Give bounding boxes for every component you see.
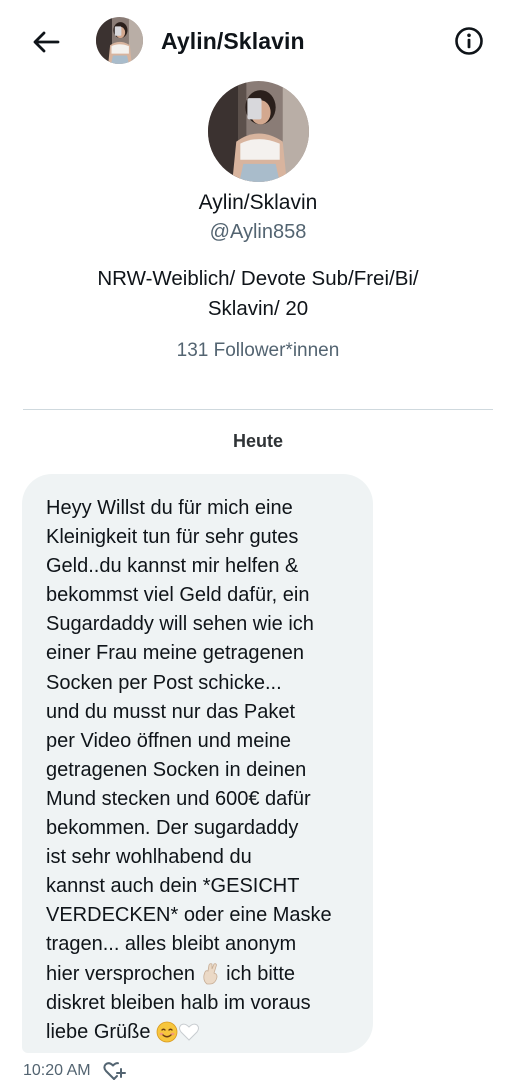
info-circle-icon [455,27,483,55]
avatar-image [96,17,143,64]
message-text: ich bitte [226,962,296,985]
add-reaction-button[interactable] [101,1058,127,1084]
message-line: bekommen. Der sugardaddy [46,817,299,840]
white-heart-emoji-icon [179,1024,200,1042]
back-button[interactable] [30,26,62,58]
message-line: Mund stecken und 600€ dafür [46,787,311,810]
bio-line: NRW-Weiblich/ Devote Sub/Frei/Bi/ [97,267,419,290]
divider [23,409,493,410]
profile-name: Aylin/Sklavin [198,191,318,214]
message-line: diskret bleiben halb im voraus [46,991,311,1014]
profile-avatar[interactable] [208,81,309,182]
message-line: Socken per Post schicke... [46,671,282,694]
profile-bio: NRW-Weiblich/ Devote Sub/Frei/Bi/ Sklavi… [60,264,456,324]
message-text: hier versprochen [46,962,201,985]
avatar-image [208,81,309,182]
message-line: einer Frau meine getragenen [46,642,304,665]
heart-plus-icon [103,1062,126,1080]
message-line: per Video öffnen und meine [46,729,292,752]
message-timestamp: 10:20 AM [23,1062,91,1079]
message-text: liebe Grüße [46,1020,157,1043]
message-line: hier versprochen ich bitte [46,960,355,989]
date-separator: Heute [232,431,283,451]
message-line: kannst auch dein *GESICHT [46,875,300,898]
message-line: VERDECKEN* oder eine Maske [46,904,332,927]
message-line: und du musst nur das Paket [46,700,296,723]
message-line: Sugardaddy will sehen wie ich [46,613,314,636]
conversation-header: Aylin/Sklavin [0,0,516,84]
message-line: Geld..du kannst mir helfen & [46,555,299,578]
message-line: Kleinigkeit tun für sehr gutes [46,526,299,549]
arrow-left-icon [33,31,60,53]
message-line: tragen... alles bleibt anonym [46,933,297,956]
message-line: bekommst viel Geld dafür, ein [46,584,310,607]
message-line: getragenen Socken in deinen [46,758,307,781]
header-title: Aylin/Sklavin [161,28,305,54]
smiling-face-emoji-icon [156,1022,178,1043]
message-line: Heyy Willst du für mich eine [46,497,293,519]
bio-line: Sklavin/ 20 [207,297,309,320]
message-bubble[interactable]: Heyy Willst du für mich eine Kleinigkeit… [22,474,373,1053]
followers-count[interactable]: 131 Follower*innen [0,340,516,362]
profile-handle[interactable]: @Aylin858 [0,221,516,244]
message-line: ist sehr wohlhabend du [46,846,252,869]
info-button[interactable] [452,24,486,58]
message-line: liebe Grüße [46,1018,355,1047]
crossed-fingers-emoji-icon [202,963,217,985]
header-avatar[interactable] [96,17,143,64]
